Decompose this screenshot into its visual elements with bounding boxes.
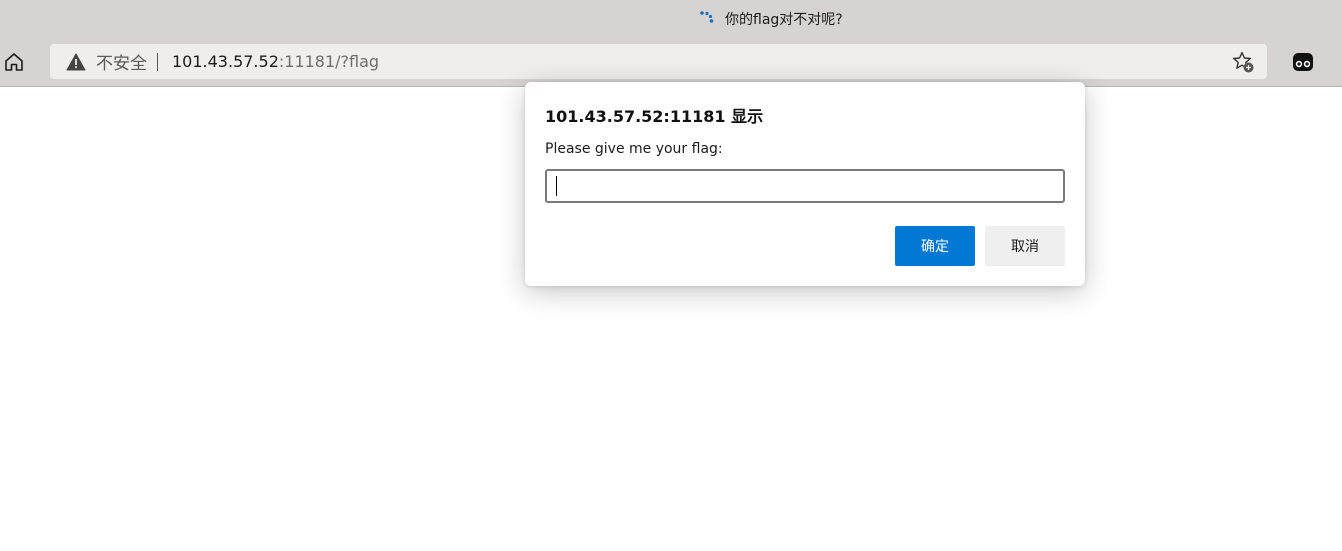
tab-title-text: 你的flag对不对呢?	[725, 12, 843, 28]
cancel-button[interactable]: 取消	[985, 226, 1065, 266]
home-button[interactable]	[2, 50, 26, 74]
dialog-message: Please give me your flag:	[545, 141, 723, 157]
browser-titlebar: 你的flag对不对呢?	[0, 0, 1342, 38]
address-bar[interactable]: 不安全 101.43.57.52 :11181/?flag	[50, 44, 1267, 79]
ok-button[interactable]: 确定	[895, 226, 975, 266]
url-host[interactable]: 101.43.57.52	[172, 52, 279, 71]
flag-input[interactable]	[545, 169, 1065, 203]
profile-button[interactable]	[1290, 50, 1316, 74]
security-label[interactable]: 不安全	[96, 49, 147, 74]
text-caret	[556, 176, 557, 196]
address-divider	[157, 52, 158, 71]
url-path[interactable]: :11181/?flag	[279, 52, 379, 71]
loading-spinner-icon	[700, 11, 714, 23]
home-icon	[5, 53, 23, 71]
add-favorite-icon	[1233, 51, 1254, 73]
warning-icon[interactable]	[65, 51, 87, 73]
add-favorite-button[interactable]	[1231, 50, 1255, 74]
profile-icon	[1293, 53, 1313, 71]
browser-tab[interactable]: 你的flag对不对呢?	[698, 9, 843, 29]
dialog-title: 101.43.57.52:11181 显示	[545, 107, 764, 126]
prompt-dialog: 101.43.57.52:11181 显示 Please give me you…	[525, 82, 1085, 286]
browser-toolbar: 不安全 101.43.57.52 :11181/?flag	[0, 38, 1342, 87]
